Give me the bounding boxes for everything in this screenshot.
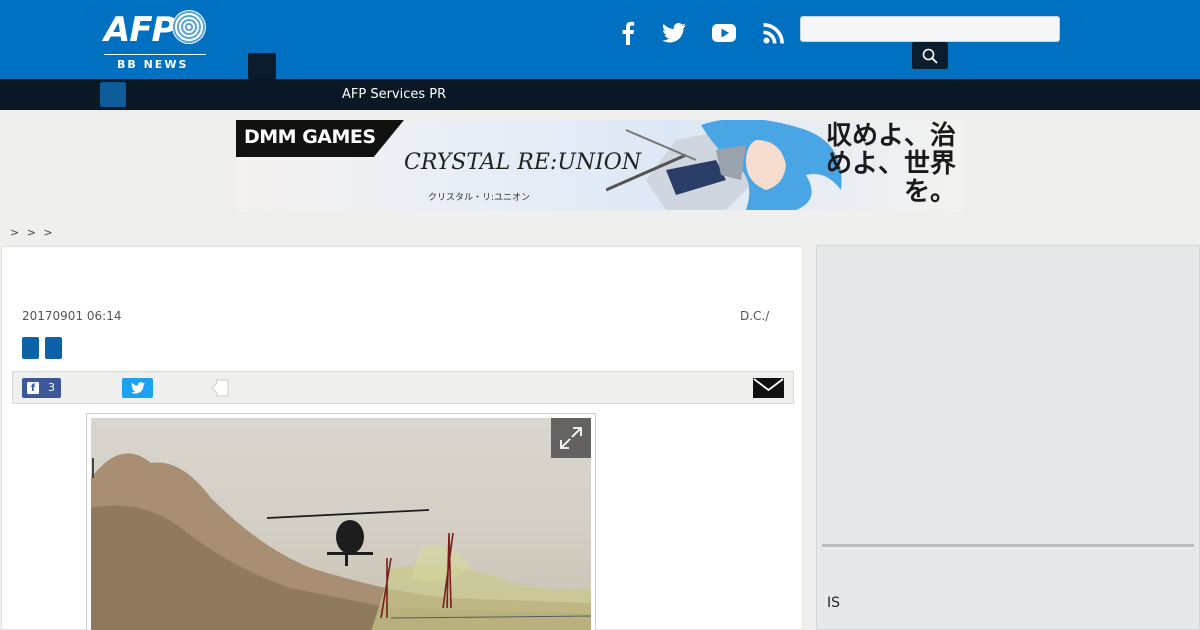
sidebar-divider [822,544,1194,547]
twitter-share-button[interactable] [122,378,153,398]
mail-icon[interactable] [753,378,784,398]
logo-text: AFP [104,10,176,50]
article-dateline: D.C./ [740,309,770,323]
banner-ad[interactable]: DMM GAMES CRYSTAL RE:UNION クリスタル・リ:ユニオン … [236,120,964,210]
search-input[interactable] [800,16,1060,42]
twitter-icon [662,23,686,43]
nav-link-afp-services-pr[interactable]: AFP Services PR [342,87,446,102]
facebook-icon: f [27,382,39,394]
home-button[interactable] [100,82,126,107]
expand-icon [560,427,582,449]
article-tag[interactable] [45,337,62,359]
facebook-share-button[interactable]: f 3 [22,378,61,398]
search-button[interactable] [912,42,948,69]
article-photo-frame [86,413,596,630]
twitter-link[interactable] [659,18,689,48]
youtube-link[interactable] [709,18,739,48]
dmm-games-text: DMM GAMES [244,126,376,148]
facebook-link[interactable] [613,18,643,48]
menu-button[interactable] [248,53,276,79]
globe-icon [172,10,206,44]
youtube-icon [712,24,736,42]
twitter-icon [130,382,145,394]
breadcrumb: > > > [10,226,55,239]
anime-character-illustration [606,120,842,210]
share-bar: f 3 [12,371,794,404]
helicopter-photo [91,453,591,630]
article-panel: 20170901 06:14 D.C./ f 3 [1,246,803,630]
game-title-kana: クリスタル・リ:ユニオン [428,193,531,203]
facebook-icon [622,21,635,45]
search-icon [922,48,938,64]
rss-icon [763,23,784,44]
dmm-games-logo: DMM GAMES [236,120,404,157]
afp-logo[interactable]: AFP BB NEWS [104,8,208,72]
logo-divider [104,54,206,55]
logo-subtitle: BB NEWS [117,58,189,71]
rss-link[interactable] [759,18,789,48]
expand-photo-button[interactable] [551,418,591,458]
article-date: 20170901 06:14 [22,309,122,323]
facebook-share-count: 3 [48,381,55,394]
sidebar: IS [816,245,1200,630]
banner-tagline: 収めよ、治めよ、世界を。 [826,121,957,207]
nav-bar: AFP Services PR [0,79,1200,110]
hatena-bookmark-icon[interactable] [208,378,230,398]
article-photo[interactable] [91,418,591,630]
site-header: AFP BB NEWS [0,0,1200,79]
sidebar-heading: IS [827,595,841,611]
article-tag[interactable] [22,337,39,359]
